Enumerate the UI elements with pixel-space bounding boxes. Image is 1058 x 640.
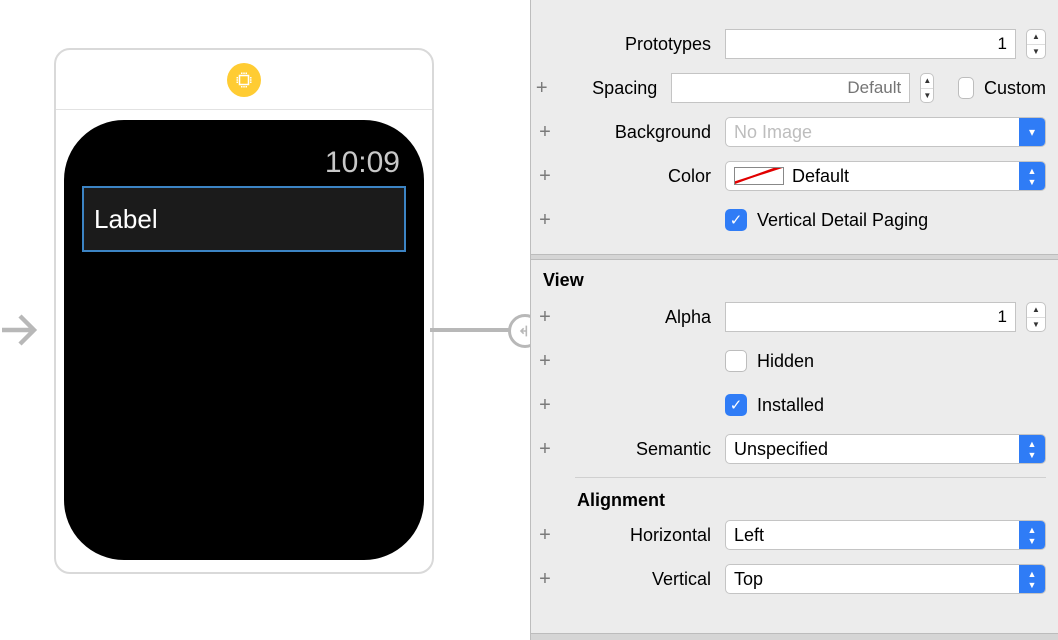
chevron-updown-icon: ▲▼ [1019, 435, 1045, 463]
thin-separator [575, 477, 1046, 478]
label-hidden: Hidden [757, 351, 814, 372]
prototypes-field[interactable] [725, 29, 1016, 59]
prototypes-stepper[interactable]: ▲▼ [1026, 29, 1046, 59]
custom-checkbox[interactable] [958, 77, 974, 99]
row-alpha: + Alpha ▲▼ [531, 295, 1058, 339]
label-installed: Installed [757, 395, 824, 416]
row-horizontal: + Horizontal Left ▲▼ [531, 513, 1058, 557]
label-custom: Custom [984, 78, 1046, 99]
installed-checkbox[interactable]: ✓ [725, 394, 747, 416]
segue-arrow-icon [0, 300, 48, 360]
chevron-updown-icon: ▲▼ [1019, 521, 1045, 549]
row-background: + Background No Image ▾ [531, 110, 1058, 154]
row-semantic: + Semantic Unspecified ▲▼ [531, 427, 1058, 471]
plus-icon[interactable]: + [535, 568, 555, 591]
scene-header[interactable] [56, 50, 432, 110]
label-prototypes: Prototypes [565, 34, 715, 55]
spacing-field[interactable] [671, 73, 910, 103]
subsection-header-alignment: Alignment [531, 480, 1058, 513]
attributes-inspector: Prototypes ▲▼ + Spacing ▲▼ Custom + Back… [530, 0, 1058, 640]
plus-icon[interactable]: + [535, 438, 555, 461]
label-horizontal: Horizontal [565, 525, 715, 546]
alpha-stepper[interactable]: ▲▼ [1026, 302, 1046, 332]
spacing-stepper[interactable]: ▲▼ [920, 73, 934, 103]
vertical-popup[interactable]: Top ▲▼ [725, 564, 1046, 594]
selected-label-element[interactable]: Label [82, 186, 406, 252]
plus-icon[interactable]: + [535, 524, 555, 547]
label-background: Background [565, 122, 715, 143]
interface-controller-icon [227, 63, 261, 97]
label-alpha: Alpha [565, 307, 715, 328]
label-element-text: Label [94, 204, 158, 235]
label-vertical-detail-paging: Vertical Detail Paging [757, 210, 928, 231]
horizontal-popup[interactable]: Left ▲▼ [725, 520, 1046, 550]
label-vertical: Vertical [565, 569, 715, 590]
plus-icon[interactable]: + [535, 77, 549, 100]
row-hidden: + Hidden [531, 339, 1058, 383]
plus-icon[interactable]: + [535, 209, 555, 232]
color-swatch-icon [734, 167, 784, 185]
row-installed: + ✓ Installed [531, 383, 1058, 427]
color-popup[interactable]: Default ▲▼ [725, 161, 1046, 191]
plus-icon[interactable]: + [535, 165, 555, 188]
section-separator [531, 633, 1058, 640]
plus-icon[interactable]: + [535, 350, 555, 373]
watch-interface-controller[interactable]: 10:09 Label [54, 48, 434, 574]
chevron-down-icon: ▾ [1019, 118, 1045, 146]
plus-icon[interactable]: + [535, 121, 555, 144]
storyboard-canvas[interactable]: 10:09 Label [0, 0, 530, 640]
semantic-popup[interactable]: Unspecified ▲▼ [725, 434, 1046, 464]
section-header-view: View [531, 260, 1058, 295]
hidden-checkbox[interactable] [725, 350, 747, 372]
chevron-updown-icon: ▲▼ [1019, 162, 1045, 190]
chevron-updown-icon: ▲▼ [1019, 565, 1045, 593]
label-spacing: Spacing [559, 78, 662, 99]
label-semantic: Semantic [565, 439, 715, 460]
watch-face[interactable]: 10:09 Label [64, 120, 424, 560]
row-prototypes: Prototypes ▲▼ [531, 22, 1058, 66]
row-color: + Color Default ▲▼ [531, 154, 1058, 198]
plus-icon[interactable]: + [535, 394, 555, 417]
status-bar-time: 10:09 [82, 146, 406, 180]
row-spacing: + Spacing ▲▼ Custom [531, 66, 1058, 110]
plus-icon[interactable]: + [535, 306, 555, 329]
label-color: Color [565, 166, 715, 187]
background-popup[interactable]: No Image ▾ [725, 117, 1046, 147]
vertical-detail-paging-checkbox[interactable]: ✓ [725, 209, 747, 231]
alpha-field[interactable] [725, 302, 1016, 332]
row-vertical: + Vertical Top ▲▼ [531, 557, 1058, 601]
watch-body: 10:09 Label [56, 110, 432, 572]
row-vertical-detail-paging: + ✓ Vertical Detail Paging [531, 198, 1058, 242]
